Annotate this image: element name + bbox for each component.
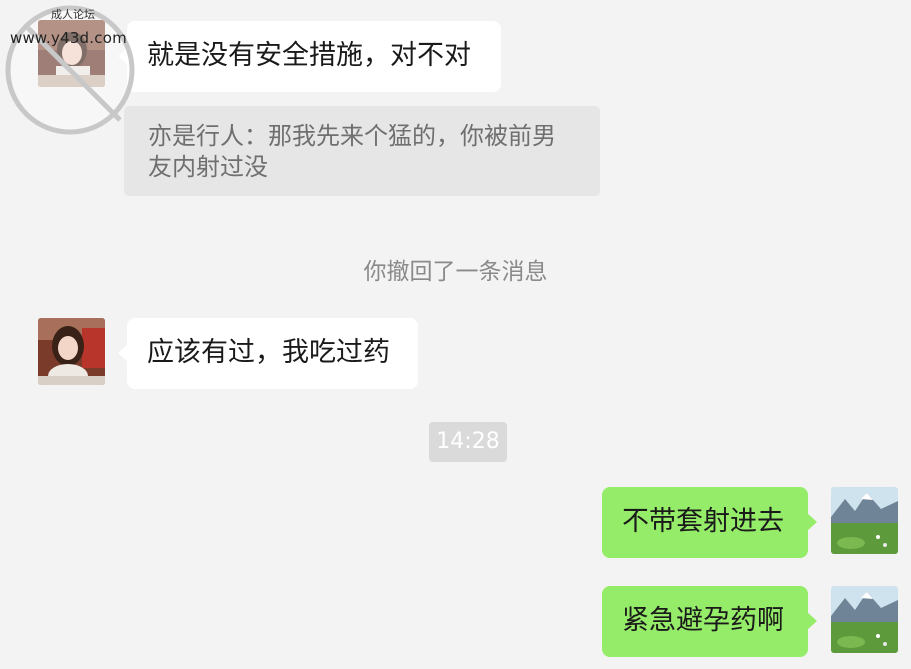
quoted-message[interactable]: 亦是行人：那我先来个猛的，你被前男友内射过没: [124, 106, 600, 196]
woman-portrait-avatar-icon: [38, 20, 105, 87]
contact-avatar[interactable]: [38, 318, 105, 385]
contact-avatar[interactable]: [38, 20, 105, 87]
message-text: 应该有过，我吃过药: [147, 337, 390, 368]
mountain-meadow-avatar-icon: [831, 586, 898, 653]
quoted-message-text: 亦是行人：那我先来个猛的，你被前男友内射过没: [148, 122, 556, 181]
self-avatar[interactable]: [831, 487, 898, 554]
mountain-meadow-avatar-icon: [831, 487, 898, 554]
message-bubble[interactable]: 紧急避孕药啊: [602, 586, 817, 657]
recall-notice: 你撤回了一条消息: [363, 259, 548, 285]
message-bubble[interactable]: 不带套射进去: [602, 487, 817, 558]
message-text: 不带套射进去: [622, 506, 784, 537]
woman-portrait-avatar-icon: [38, 318, 105, 385]
message-text: 就是没有安全措施，对不对: [147, 40, 471, 71]
message-bubble[interactable]: 应该有过，我吃过药: [118, 318, 418, 389]
message-bubble[interactable]: 就是没有安全措施，对不对: [118, 21, 501, 92]
message-text: 紧急避孕药啊: [622, 605, 784, 636]
time-badge: 14:28: [429, 422, 507, 462]
self-avatar[interactable]: [831, 586, 898, 653]
